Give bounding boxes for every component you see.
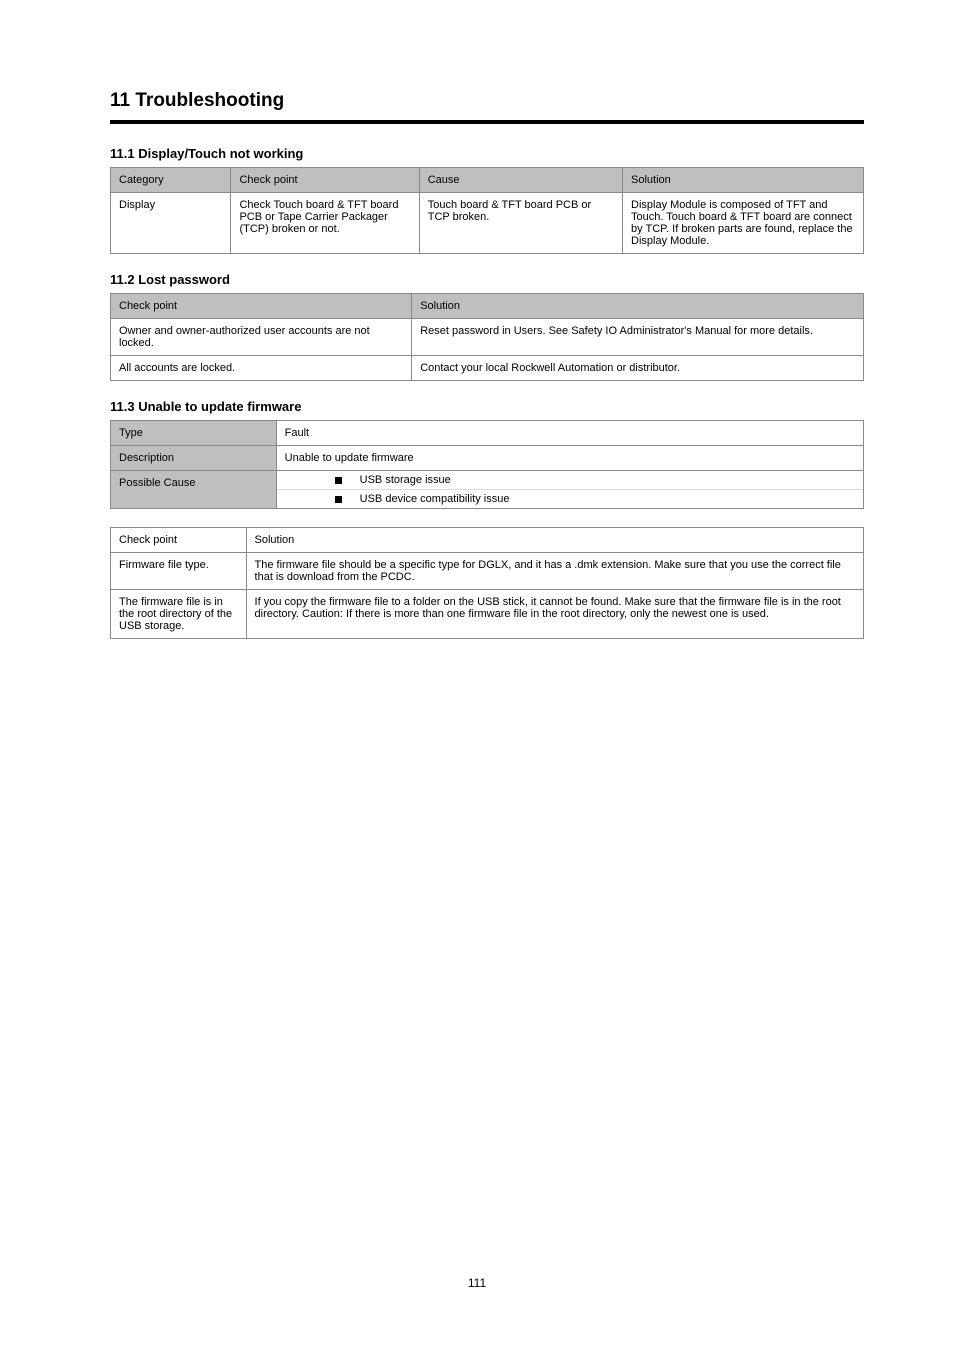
meta-value-type: Fault bbox=[276, 421, 863, 446]
page-heading: 11 Troubleshooting bbox=[110, 90, 864, 112]
table-row: All accounts are locked. Contact your lo… bbox=[111, 356, 864, 381]
heading-divider bbox=[110, 120, 864, 124]
table-firmware-meta: Type Fault Description Unable to update … bbox=[110, 420, 864, 509]
cell: Display Module is composed of TFT and To… bbox=[623, 193, 864, 254]
col-solution: Solution bbox=[623, 168, 864, 193]
section-3-title: 11.3 Unable to update firmware bbox=[110, 399, 864, 414]
cell: The firmware file is in the root directo… bbox=[111, 590, 247, 639]
col-category: Category bbox=[111, 168, 231, 193]
table-firmware-checks: Check point Solution Firmware file type.… bbox=[110, 527, 864, 639]
cell: Reset password in Users. See Safety IO A… bbox=[412, 319, 864, 356]
cell: Display bbox=[111, 193, 231, 254]
bullet-icon bbox=[335, 496, 342, 503]
col-checkpoint: Check point bbox=[111, 528, 247, 553]
table-row: Display Check Touch board & TFT board PC… bbox=[111, 193, 864, 254]
table-display-touch: Category Check point Cause Solution Disp… bbox=[110, 167, 864, 254]
meta-label-type: Type bbox=[111, 421, 277, 446]
table-row: Possible Cause USB storage issue USB dev… bbox=[111, 471, 864, 509]
cell: Owner and owner-authorized user accounts… bbox=[111, 319, 412, 356]
cell: Touch board & TFT board PCB or TCP broke… bbox=[419, 193, 622, 254]
col-checkpoint: Check point bbox=[111, 294, 412, 319]
cell: If you copy the firmware file to a folde… bbox=[246, 590, 863, 639]
col-solution: Solution bbox=[412, 294, 864, 319]
meta-value-desc: Unable to update firmware bbox=[276, 446, 863, 471]
table-row: The firmware file is in the root directo… bbox=[111, 590, 864, 639]
meta-value-cause: USB storage issue USB device compatibili… bbox=[276, 471, 863, 509]
table-lost-password: Check point Solution Owner and owner-aut… bbox=[110, 293, 864, 381]
section-2-title: 11.2 Lost password bbox=[110, 272, 864, 287]
cell: Firmware file type. bbox=[111, 553, 247, 590]
section-1-title: 11.1 Display/Touch not working bbox=[110, 146, 864, 161]
table-row: Type Fault bbox=[111, 421, 864, 446]
page-number: 111 bbox=[0, 1276, 954, 1290]
table-row: Owner and owner-authorized user accounts… bbox=[111, 319, 864, 356]
cell: All accounts are locked. bbox=[111, 356, 412, 381]
table-header-row: Category Check point Cause Solution bbox=[111, 168, 864, 193]
meta-label-desc: Description bbox=[111, 446, 277, 471]
bullet-icon bbox=[335, 477, 342, 484]
table-row: Firmware file type. The firmware file sh… bbox=[111, 553, 864, 590]
col-cause: Cause bbox=[419, 168, 622, 193]
meta-label-cause: Possible Cause bbox=[111, 471, 277, 509]
col-checkpoint: Check point bbox=[231, 168, 419, 193]
table-header-row: Check point Solution bbox=[111, 294, 864, 319]
cause-item: USB device compatibility issue bbox=[360, 493, 510, 505]
cause-item: USB storage issue bbox=[360, 474, 451, 486]
table-header-row: Check point Solution bbox=[111, 528, 864, 553]
cell: Check Touch board & TFT board PCB or Tap… bbox=[231, 193, 419, 254]
cell: The firmware file should be a specific t… bbox=[246, 553, 863, 590]
table-row: Description Unable to update firmware bbox=[111, 446, 864, 471]
col-solution: Solution bbox=[246, 528, 863, 553]
cell: Contact your local Rockwell Automation o… bbox=[412, 356, 864, 381]
